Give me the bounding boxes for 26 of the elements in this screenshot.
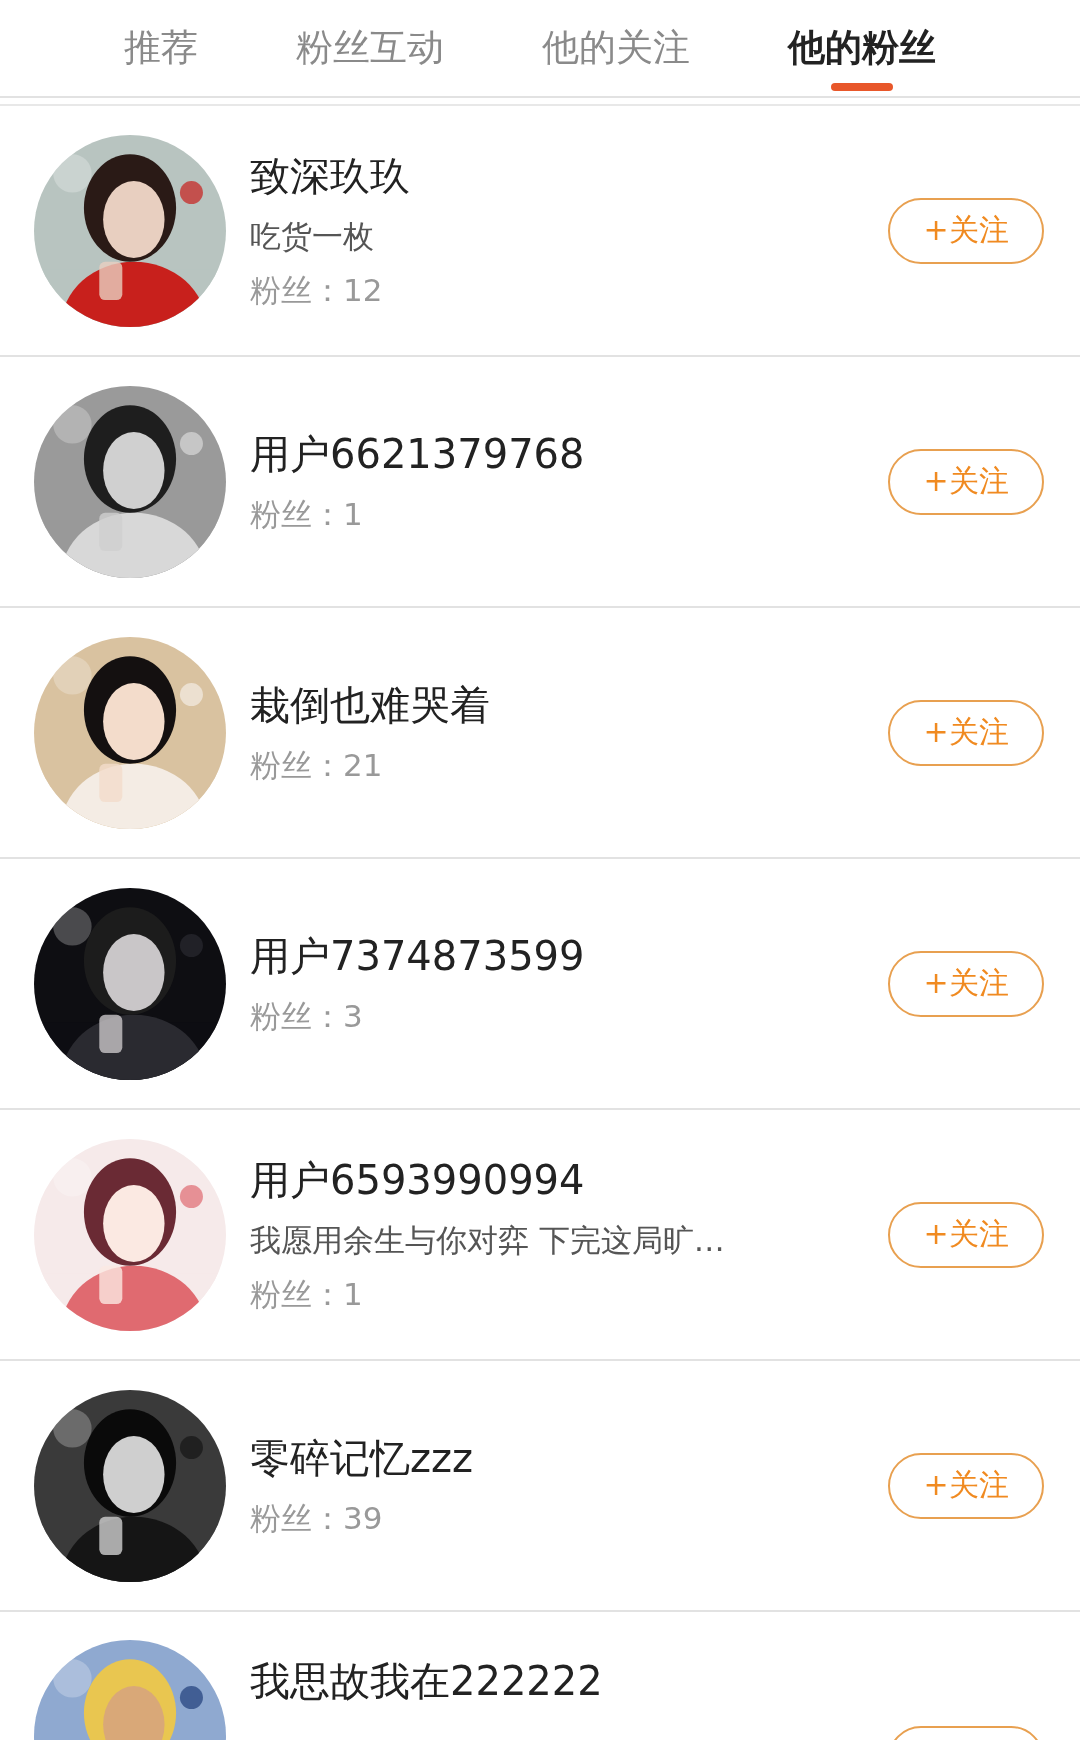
user-name: 用户7374873599 <box>250 932 586 981</box>
fans-count: 粉丝：12 <box>250 271 384 310</box>
follow-button[interactable]: +关注 <box>888 699 1044 766</box>
active-tab-indicator <box>831 83 893 91</box>
user-name: 我思故我在222222 <box>250 1657 604 1706</box>
user-bio: 吃货一枚 <box>250 217 375 256</box>
follow-button[interactable]: +关注 <box>888 197 1044 264</box>
user-bio: 我愿用余生与你对弈 下完这局旷… <box>250 1221 726 1260</box>
fans-count: 粉丝：21 <box>250 746 384 785</box>
user-name: 致深玖玖 <box>250 152 411 201</box>
user-name: 栽倒也难哭着 <box>250 681 491 730</box>
tab[interactable]: 他的关注 <box>542 5 690 91</box>
tab[interactable]: 推荐 <box>124 5 198 91</box>
follow-button[interactable]: +关注 <box>888 1201 1044 1268</box>
user-name: 用户6593990994 <box>250 1156 586 1205</box>
fans-count: 粉丝：1 <box>250 1275 364 1314</box>
follow-button[interactable]: +关注 <box>888 950 1044 1017</box>
tab[interactable]: 他的粉丝 <box>788 5 936 91</box>
fans-count: 粉丝：39 <box>250 1499 384 1538</box>
fans-count: 粉丝：3 <box>250 997 364 1036</box>
fans-count: 粉丝：1 <box>250 495 364 534</box>
user-name: 用户6621379768 <box>250 430 586 479</box>
user-name: 零碎记忆zzz <box>250 1434 474 1483</box>
follow-button[interactable]: +关注 <box>888 448 1044 515</box>
follow-button[interactable]: +关注 <box>888 1452 1044 1519</box>
tab[interactable]: 粉丝互动 <box>296 5 444 91</box>
